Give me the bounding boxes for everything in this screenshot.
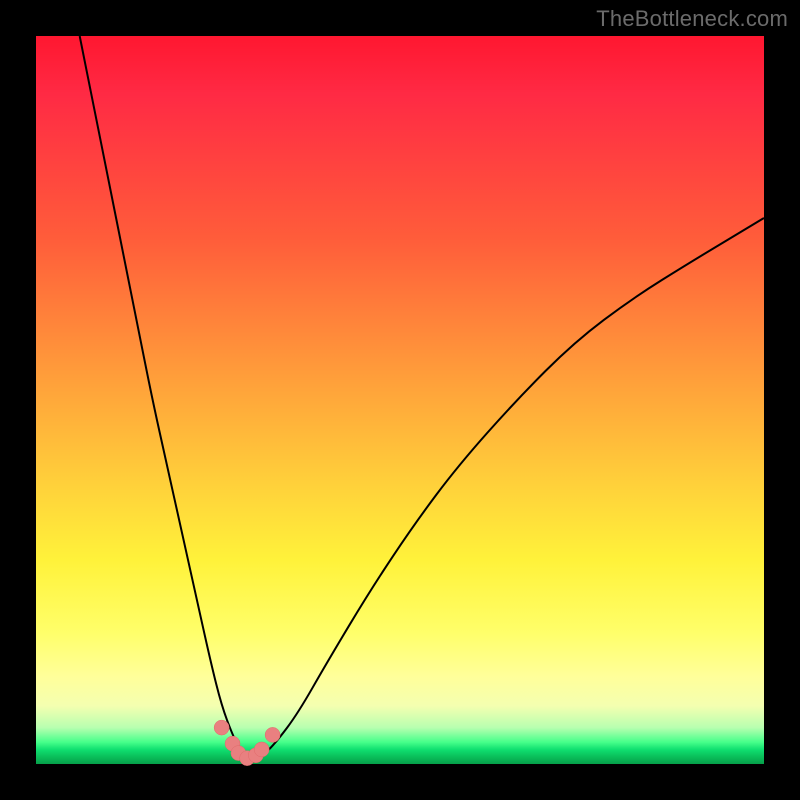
chart-frame: TheBottleneck.com — [0, 0, 800, 800]
bottom-dot — [265, 727, 280, 742]
bottom-dot — [214, 720, 229, 735]
bottom-dot — [254, 742, 269, 757]
curve-left-branch — [80, 36, 255, 760]
watermark-text: TheBottleneck.com — [596, 6, 788, 32]
bottom-dots-group — [214, 720, 280, 766]
curve-right-branch — [254, 218, 764, 760]
chart-overlay — [36, 36, 764, 764]
